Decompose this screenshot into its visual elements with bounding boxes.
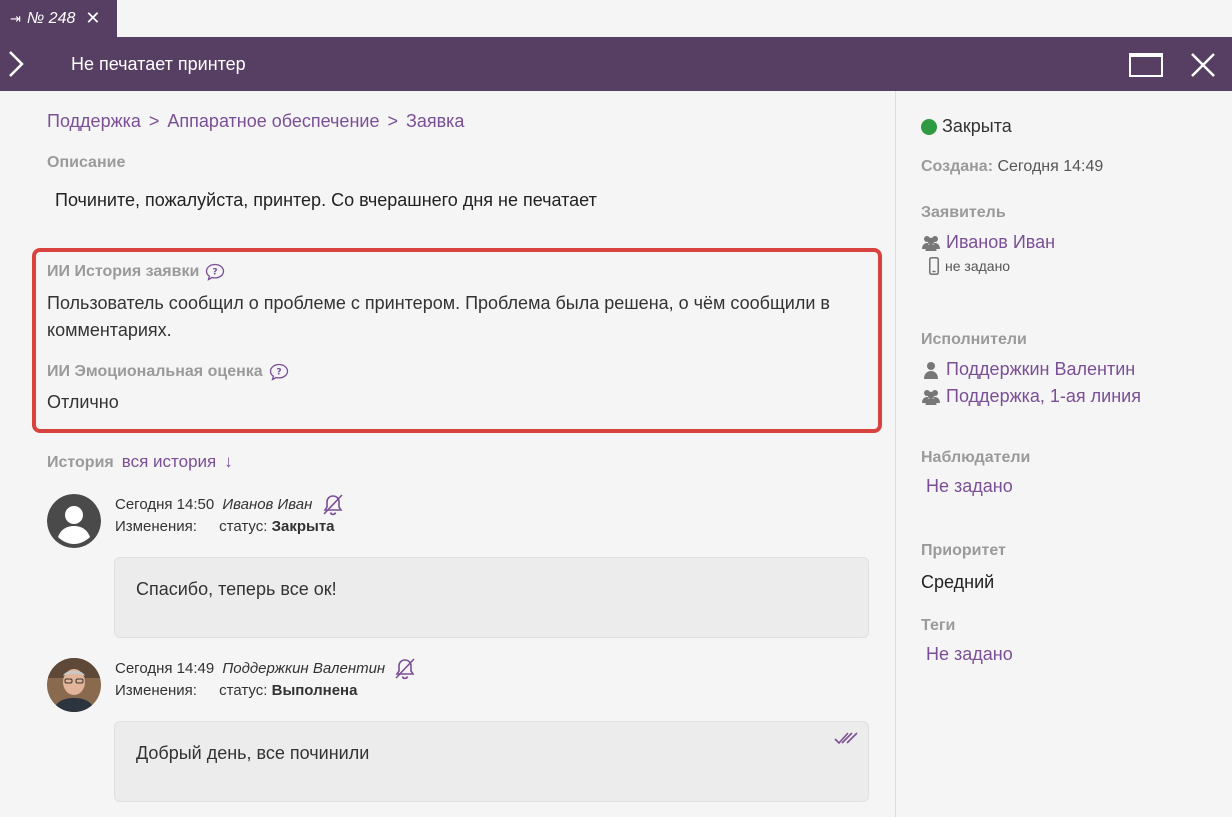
status-text: Закрыта bbox=[942, 116, 1012, 136]
breadcrumb-support[interactable]: Поддержка bbox=[47, 111, 141, 132]
created-label: Создана: bbox=[921, 158, 994, 175]
message-bubble: Спасибо, теперь все ок! bbox=[114, 557, 869, 638]
requester-name: Иванов Иван bbox=[946, 232, 1056, 252]
ai-emotion-heading: ИИ Эмоциональная оценка ? bbox=[47, 363, 289, 381]
created-value: Сегодня 14:49 bbox=[997, 158, 1104, 175]
breadcrumb-separator: > bbox=[148, 111, 160, 131]
message-text: Спасибо, теперь все ок! bbox=[136, 579, 337, 599]
ai-emotion-label: ИИ Эмоциональная оценка bbox=[47, 363, 263, 380]
user-icon bbox=[924, 361, 938, 379]
svg-text:?: ? bbox=[276, 368, 281, 378]
arrow-down-icon[interactable]: ↓ bbox=[224, 452, 233, 472]
change-value: Выполнена bbox=[271, 682, 358, 700]
users-icon bbox=[922, 235, 940, 251]
tab-ticket-248[interactable]: ⇥ № 248 ✕ bbox=[0, 0, 117, 37]
double-check-icon bbox=[834, 732, 858, 745]
changes-label: Изменения: bbox=[115, 682, 197, 700]
created-info: Создана: Сегодня 14:49 bbox=[921, 158, 1103, 176]
entry-time: Сегодня 14:50 bbox=[115, 496, 215, 513]
change-key: статус: bbox=[219, 518, 268, 536]
observers-value[interactable]: Не задано bbox=[926, 476, 1013, 497]
pin-icon[interactable]: ⇥ bbox=[10, 11, 21, 27]
entry-author[interactable]: Поддержкин Валентин bbox=[222, 660, 385, 677]
entry-time: Сегодня 14:49 bbox=[115, 660, 215, 677]
requester-phone: не задано bbox=[929, 257, 1010, 275]
close-window-icon[interactable] bbox=[1189, 51, 1217, 79]
priority-value[interactable]: Средний bbox=[921, 572, 994, 593]
tags-label: Теги bbox=[921, 617, 956, 634]
ai-emotion-text: Отлично bbox=[47, 392, 119, 412]
help-bubble-icon[interactable]: ? bbox=[205, 263, 225, 281]
change-value: Закрыта bbox=[271, 518, 335, 536]
executor-person-link[interactable]: Поддержкин Валентин bbox=[921, 359, 1135, 380]
phone-icon bbox=[929, 257, 939, 275]
breadcrumb-separator: > bbox=[387, 111, 398, 131]
tab-label: № 248 bbox=[26, 9, 76, 27]
history-entry: Сегодня 14:50 Иванов Иван Изменения: ста… bbox=[47, 494, 872, 640]
maximize-icon[interactable] bbox=[1129, 53, 1163, 77]
observers-label: Наблюдатели bbox=[921, 449, 1031, 466]
all-history-link[interactable]: вся история bbox=[122, 452, 216, 472]
executors-label: Исполнители bbox=[921, 331, 1027, 348]
svg-text:?: ? bbox=[213, 268, 218, 278]
ticket-title: Не печатает принтер bbox=[71, 54, 246, 74]
priority-label: Приоритет bbox=[921, 542, 1006, 559]
ai-history-text: Пользователь сообщил о проблеме с принте… bbox=[47, 293, 830, 340]
bell-off-icon[interactable] bbox=[321, 494, 345, 516]
tab-strip: ⇥ № 248 ✕ bbox=[0, 0, 1232, 37]
description-text: Почините, пожалуйста, принтер. Со вчераш… bbox=[55, 190, 597, 210]
entry-meta: Сегодня 14:50 Иванов Иван Изменения: ста… bbox=[115, 494, 345, 537]
ai-history-heading: ИИ История заявки ? bbox=[47, 263, 225, 281]
avatar bbox=[47, 658, 101, 712]
requester-link[interactable]: Иванов Иван bbox=[921, 232, 1055, 253]
executor-group-name: Поддержка, 1-ая линия bbox=[946, 386, 1141, 406]
executor-person-name: Поддержкин Валентин bbox=[946, 359, 1136, 379]
changes-label: Изменения: bbox=[115, 518, 197, 536]
message-text: Добрый день, все починили bbox=[136, 743, 370, 763]
breadcrumb-hardware[interactable]: Аппаратное обеспечение bbox=[167, 111, 379, 132]
ai-history-label: ИИ История заявки bbox=[47, 263, 200, 280]
breadcrumb: Поддержка > Аппаратное обеспечение > Зая… bbox=[47, 111, 464, 132]
history-entry: Сегодня 14:49 Поддержкин Валентин Измене… bbox=[47, 658, 872, 804]
message-bubble: Добрый день, все починили bbox=[114, 721, 869, 802]
entry-author[interactable]: Иванов Иван bbox=[222, 496, 312, 513]
phone-value: не задано bbox=[945, 258, 1011, 274]
history-label: История bbox=[47, 454, 114, 471]
title-bar: Не печатает принтер bbox=[0, 37, 1232, 91]
tags-value[interactable]: Не задано bbox=[926, 644, 1013, 665]
status-dot-icon bbox=[921, 118, 937, 135]
ticket-sidebar: Закрыта Создана: Сегодня 14:49 Заявитель… bbox=[896, 91, 1232, 817]
help-bubble-icon[interactable]: ? bbox=[269, 363, 289, 381]
ai-summary-box: ИИ История заявки ? Пользователь сообщил… bbox=[32, 248, 882, 433]
change-key: статус: bbox=[219, 682, 268, 700]
breadcrumb-ticket[interactable]: Заявка bbox=[406, 111, 464, 132]
status-badge: Закрыта bbox=[921, 116, 1012, 137]
description-label: Описание bbox=[47, 154, 126, 171]
users-icon bbox=[922, 389, 940, 405]
entry-meta: Сегодня 14:49 Поддержкин Валентин Измене… bbox=[115, 658, 417, 701]
chevron-right-icon[interactable] bbox=[6, 50, 26, 78]
bell-off-icon[interactable] bbox=[393, 658, 417, 680]
requester-label: Заявитель bbox=[921, 204, 1006, 221]
ticket-main-panel: Поддержка > Аппаратное обеспечение > Зая… bbox=[0, 91, 895, 817]
executor-group-link[interactable]: Поддержка, 1-ая линия bbox=[921, 386, 1141, 407]
history-header: История вся история ↓ bbox=[47, 452, 233, 472]
avatar bbox=[47, 494, 101, 548]
close-tab-icon[interactable]: ✕ bbox=[85, 8, 100, 29]
